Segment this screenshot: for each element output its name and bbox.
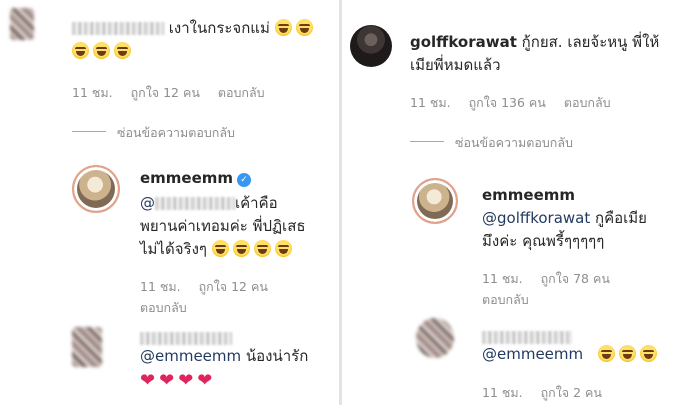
blurred-mention	[155, 197, 235, 210]
comment-1-emoji-line	[72, 41, 135, 62]
like-count[interactable]: ถูกใจ 12 คน	[131, 85, 200, 100]
like-count[interactable]: ถูกใจ 12 คน	[199, 279, 268, 294]
comment-1: เงาในกระจกแม่	[72, 18, 317, 39]
laughing-emoji-icon	[597, 345, 615, 362]
blurred-avatar[interactable]	[72, 327, 102, 367]
laughing-emoji-icon	[72, 42, 89, 59]
timestamp: 11 ชม.	[410, 95, 451, 110]
reply-text: กูคือเมีย	[595, 209, 647, 227]
reply-link[interactable]: ตอบกลับ	[140, 298, 187, 318]
mention-link[interactable]: @	[140, 194, 155, 212]
like-count[interactable]: ถูกใจ 2 คน	[541, 385, 602, 400]
username[interactable]: emmeemm	[482, 186, 575, 204]
reply-2-hearts: ❤ ❤ ❤ ❤	[140, 369, 216, 391]
comment-1-line-2: เมียพี่หมดแล้ว	[410, 56, 501, 74]
heart-emoji-icon: ❤	[140, 370, 156, 391]
reply-1-line-1: @golffkorawat กูคือเมีย	[482, 208, 647, 229]
like-count[interactable]: ถูกใจ 78 คน	[541, 271, 610, 286]
reply-2-line-1: @emmeemm น้องน่ารัก	[140, 346, 308, 367]
hide-replies-link[interactable]: ซ่อนข้อความตอบกลับ	[117, 123, 235, 143]
blurred-avatar[interactable]	[10, 8, 34, 40]
laughing-emoji-icon	[232, 240, 250, 257]
timestamp: 11 ชม.	[72, 85, 113, 100]
laughing-emoji-icon	[93, 42, 110, 59]
username[interactable]: emmeemm	[140, 169, 233, 187]
heart-emoji-icon: ❤	[197, 370, 213, 391]
reply-text: เค้าคือ	[235, 194, 278, 212]
reply-1-line-3: ไม่ได้จริงๆ	[140, 239, 296, 260]
mention-link[interactable]: @emmeemm	[140, 347, 241, 365]
reply-link[interactable]: ตอบกลับ	[482, 290, 529, 310]
blurred-avatar[interactable]	[416, 318, 454, 358]
avatar[interactable]	[412, 178, 458, 224]
laughing-emoji-icon	[211, 240, 229, 257]
reply-text: ไม่ได้จริงๆ	[140, 240, 207, 258]
reply-2-username-area	[140, 328, 232, 347]
mention-link[interactable]: @golffkorawat	[482, 209, 590, 227]
comment-1-text: เงาในกระจกแม่	[168, 19, 270, 37]
left-screenshot-panel: เงาในกระจกแม่ 11 ชม. ถูกใจ 12 คน ตอบกลับ…	[0, 0, 339, 405]
right-screenshot-panel: golffkorawat กู้กยส. เลยจ้ะหนู พี่ให้ เม…	[342, 0, 696, 405]
timestamp: 11 ชม.	[140, 279, 181, 294]
laughing-emoji-icon	[114, 42, 131, 59]
mention-link[interactable]: @emmeemm	[482, 345, 583, 363]
divider	[410, 141, 444, 142]
username[interactable]: golffkorawat	[410, 33, 517, 51]
reply-1-meta: 11 ชม. ถูกใจ 12 คน	[140, 277, 282, 297]
comment-text: กู้กยส. เลยจ้ะหนู พี่ให้	[521, 33, 660, 51]
hide-replies-link[interactable]: ซ่อนข้อความตอบกลับ	[455, 133, 573, 153]
blurred-username[interactable]	[482, 331, 572, 344]
divider	[72, 131, 106, 132]
timestamp: 11 ชม.	[482, 271, 523, 286]
laughing-emoji-icon	[639, 345, 657, 362]
comment-1-meta: 11 ชม. ถูกใจ 136 คน ตอบกลับ	[410, 93, 625, 113]
reply-2-line-1: @emmeemm	[482, 344, 661, 365]
reply-1-header: emmeemm	[482, 185, 575, 206]
reply-2-meta: 11 ชม. ถูกใจ 2 คน	[482, 383, 616, 403]
heart-emoji-icon: ❤	[159, 370, 175, 391]
laughing-emoji-icon	[274, 240, 292, 257]
comment-1-line-1: golffkorawat กู้กยส. เลยจ้ะหนู พี่ให้	[410, 32, 659, 53]
blurred-username[interactable]	[72, 22, 164, 35]
reply-1-line-2: มึงค่ะ คุณพรี้ๆๆๆๆๆ	[482, 232, 605, 250]
reply-1-header: emmeemm ✓	[140, 168, 252, 189]
reply-link[interactable]: ตอบกลับ	[564, 95, 611, 110]
like-count[interactable]: ถูกใจ 136 คน	[469, 95, 546, 110]
laughing-emoji-icon	[295, 19, 313, 36]
laughing-emoji-icon	[253, 240, 271, 257]
reply-1-line-2: พยานค่าเทอมค่ะ พี่ปฏิเสธ	[140, 217, 306, 235]
heart-emoji-icon: ❤	[178, 370, 194, 391]
reply-1-meta: 11 ชม. ถูกใจ 78 คน	[482, 269, 624, 289]
comment-1-meta: 11 ชม. ถูกใจ 12 คน ตอบกลับ	[72, 83, 279, 103]
reply-text: น้องน่ารัก	[245, 347, 309, 365]
reply-link[interactable]: ตอบกลับ	[218, 85, 265, 100]
blurred-username[interactable]	[140, 332, 232, 345]
laughing-emoji-icon	[274, 19, 292, 36]
verified-badge-icon: ✓	[237, 173, 252, 187]
laughing-emoji-icon	[618, 345, 636, 362]
avatar[interactable]	[350, 25, 392, 67]
avatar[interactable]	[72, 165, 120, 213]
timestamp: 11 ชม.	[482, 385, 523, 400]
reply-1-line-1: @ เค้าคือ	[140, 193, 278, 214]
